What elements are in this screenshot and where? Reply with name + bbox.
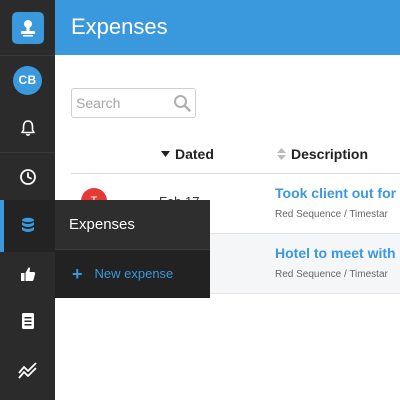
avatar: CB: [13, 65, 42, 95]
flyout-title: Expenses: [69, 216, 135, 233]
flyout-title-expenses[interactable]: Expenses: [55, 200, 210, 249]
search-box[interactable]: [71, 88, 196, 118]
column-header-description[interactable]: Description: [277, 146, 368, 162]
thumbs-up-icon: [19, 265, 37, 283]
reports-button[interactable]: [0, 297, 55, 345]
approvals-button[interactable]: [0, 250, 55, 298]
expenses-nav-button[interactable]: [0, 200, 55, 252]
logo-icon: [11, 11, 44, 44]
row-subtitle: Red Sequence / Timestar: [275, 269, 388, 280]
bell-icon: [19, 119, 37, 137]
row-title-link[interactable]: Took client out for: [275, 185, 396, 201]
chart-icon: [17, 361, 38, 379]
clock-icon: [19, 168, 37, 186]
row-title-link[interactable]: Hotel to meet with: [275, 245, 396, 261]
user-avatar-button[interactable]: CB: [0, 56, 55, 104]
analytics-button[interactable]: [0, 346, 55, 394]
sidebar: CB: [0, 0, 55, 400]
history-button[interactable]: [0, 153, 55, 201]
database-icon: [21, 217, 35, 235]
row-subtitle: Red Sequence / Timestar: [275, 209, 388, 220]
expenses-flyout-menu: Expenses + New expense: [55, 200, 210, 298]
document-icon: [20, 312, 36, 330]
column-label: Description: [291, 146, 369, 162]
plus-icon: +: [72, 263, 83, 284]
search-input[interactable]: [76, 93, 168, 113]
search-icon[interactable]: [173, 94, 191, 117]
new-expense-button[interactable]: + New expense: [55, 249, 210, 298]
new-expense-label: New expense: [94, 266, 174, 281]
app-logo-button[interactable]: [0, 0, 55, 55]
sort-desc-icon: [161, 151, 170, 157]
active-indicator: [0, 200, 4, 252]
table-header: Dated Description: [71, 134, 400, 174]
column-header-dated[interactable]: Dated: [161, 146, 214, 162]
notifications-button[interactable]: [0, 104, 55, 152]
column-label: Dated: [175, 146, 214, 162]
page-title: Expenses: [71, 14, 168, 39]
sort-icon: [277, 148, 286, 160]
page-header: Expenses: [55, 0, 400, 55]
